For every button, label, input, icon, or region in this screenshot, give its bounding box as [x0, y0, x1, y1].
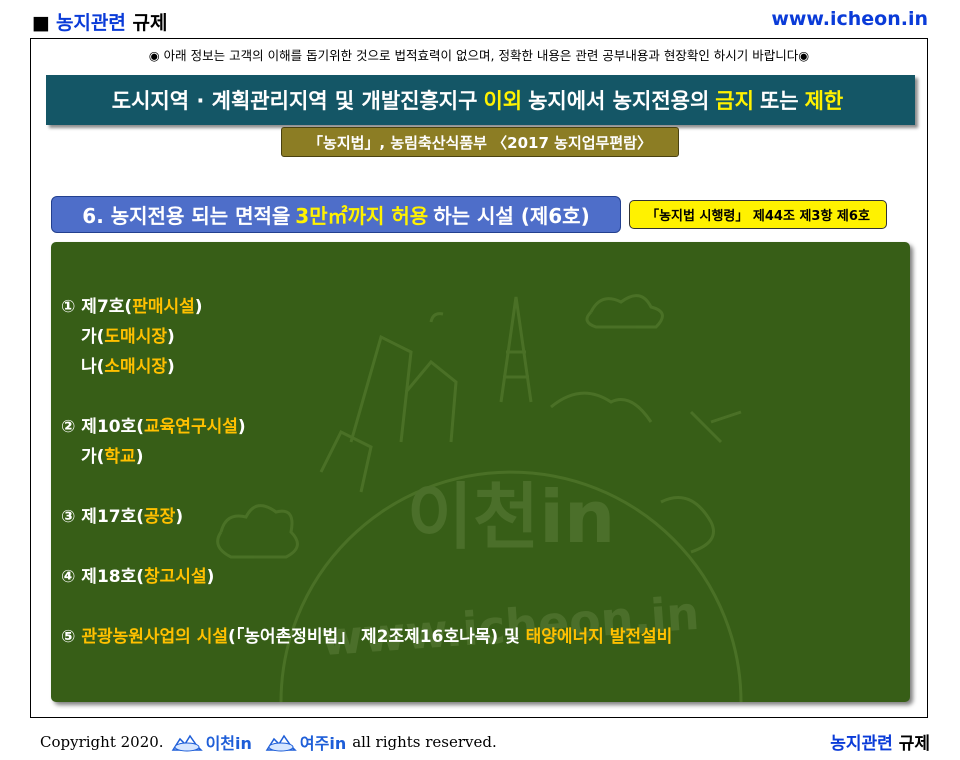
page-category-title: ■ 농지관련 규제	[32, 8, 167, 35]
item-number: ② 제10호(	[61, 417, 145, 437]
list-item: 가(학교)	[61, 442, 672, 472]
facility-items: ① 제7호(판매시설) 가(도매시장) 나(소매시장) ② 제10호(교육연구시…	[61, 292, 672, 652]
item-close: )	[166, 327, 175, 347]
square-bullet-icon: ■	[32, 12, 50, 34]
item-name: 관광농원사업의 시설	[81, 627, 229, 647]
item-number: ⑤	[61, 627, 76, 647]
section-title: 6. 농지전용 되는 면적을 3만㎡까지 허용 하는 시설 (제6호)	[51, 196, 621, 233]
yeoju-logo-text: 여주in	[299, 734, 347, 753]
item-close: )	[194, 297, 203, 317]
footer-category: 농지관련 규제	[830, 729, 930, 754]
main-banner: 도시지역 · 계획관리지역 및 개발진흥지구 이외 농지에서 농지전용의 금지 …	[46, 75, 915, 125]
list-item: ④ 제18호(창고시설)	[61, 562, 672, 592]
copyright-text: Copyright 2020.	[40, 733, 164, 751]
item-close: )	[237, 417, 246, 437]
icheon-logo-icon	[171, 734, 203, 752]
category-rest: 규제	[132, 12, 168, 34]
banner-text-2: 농지에서 농지전용의	[528, 89, 710, 113]
banner-text-3: 또는	[759, 89, 799, 113]
item-name-2: 태양에너지 발전설비	[525, 627, 673, 647]
banner-text-1: 도시지역 · 계획관리지역 및 개발진흥지구	[111, 89, 478, 113]
site-url-link[interactable]: www.icheon.in	[771, 8, 928, 30]
item-name: 공장	[144, 507, 176, 527]
section-suffix: 하는 시설 (제6호)	[433, 204, 590, 228]
item-close: )	[175, 507, 184, 527]
yeoju-logo-icon	[265, 734, 297, 752]
item-law-note: (「농어촌정비법」 제2조제16호나목) 및	[228, 627, 520, 647]
section-prefix: 6. 농지전용 되는 면적을	[82, 204, 291, 228]
footer-category-highlight: 농지관련	[830, 734, 893, 754]
category-highlight: 농지관련	[55, 12, 126, 34]
list-item: ③ 제17호(공장)	[61, 502, 672, 532]
item-number: 가(	[81, 327, 105, 347]
list-item: ② 제10호(교육연구시설)	[61, 412, 672, 442]
banner-highlight-2: 금지	[715, 89, 754, 113]
item-name: 소매시장	[104, 357, 167, 377]
disclaimer-notice: ◉ 아래 정보는 고객의 이해를 돕기위한 것으로 법적효력이 없으며, 정확한…	[148, 48, 810, 63]
law-reference-badge: 「농지법 시행령」 제44조 제3항 제6호	[629, 200, 887, 229]
rights-text: all rights reserved.	[352, 733, 497, 751]
banner-highlight-3: 제한	[804, 89, 844, 113]
footer-category-rest: 규제	[898, 734, 930, 754]
item-close: )	[135, 447, 144, 467]
item-number: ④ 제18호(	[61, 567, 145, 587]
item-number: 가(	[81, 447, 105, 467]
list-item: 가(도매시장)	[61, 322, 672, 352]
item-name: 교육연구시설	[144, 417, 238, 437]
content-frame: ◉ 아래 정보는 고객의 이해를 돕기위한 것으로 법적효력이 없으며, 정확한…	[30, 38, 928, 718]
item-name: 도매시장	[104, 327, 167, 347]
yeoju-logo[interactable]: 여주in	[264, 730, 346, 754]
facility-list-panel: 이천in www.icheon.in ① 제7호(판매시설) 가(도매시장) 나…	[51, 242, 910, 702]
footer-copyright: Copyright 2020. 이천in 여주in all rights res…	[40, 730, 497, 754]
item-name: 창고시설	[144, 567, 207, 587]
item-number: 나(	[81, 357, 105, 377]
item-close: )	[166, 357, 175, 377]
item-name: 판매시설	[132, 297, 195, 317]
icheon-logo-text: 이천in	[205, 734, 252, 753]
item-close: )	[206, 567, 215, 587]
item-name: 학교	[104, 447, 136, 467]
banner-highlight-1: 이외	[483, 89, 523, 113]
item-number: ③ 제17호(	[61, 507, 145, 527]
list-item: 나(소매시장)	[61, 352, 672, 382]
icheon-logo[interactable]: 이천in	[170, 730, 252, 754]
item-number: ① 제7호(	[61, 297, 133, 317]
section-highlight: 3만㎡까지 허용	[295, 204, 429, 228]
list-item: ① 제7호(판매시설)	[61, 292, 672, 322]
source-reference: 「농지법」, 농림축산식품부 〈2017 농지업무편람〉	[281, 127, 679, 157]
list-item: ⑤ 관광농원사업의 시설(「농어촌정비법」 제2조제16호나목) 및 태양에너지…	[61, 622, 672, 652]
